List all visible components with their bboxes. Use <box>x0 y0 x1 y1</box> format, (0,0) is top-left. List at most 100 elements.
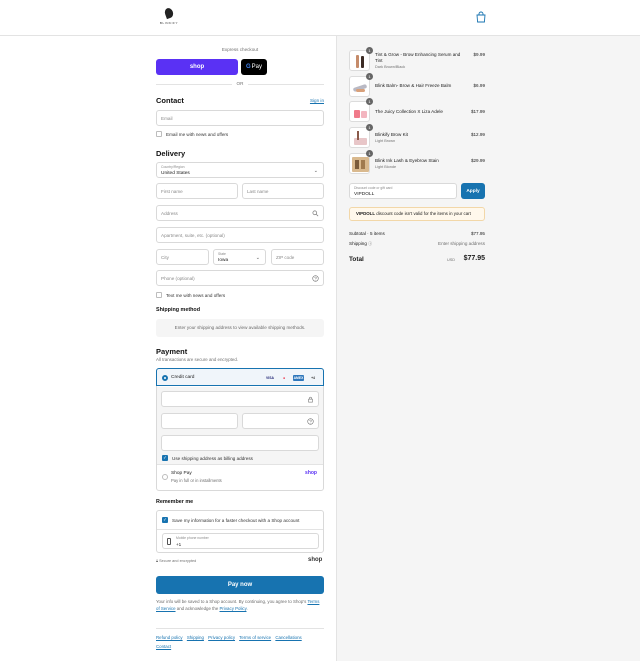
help-circle-icon[interactable] <box>312 275 319 282</box>
express-checkout-label: Express checkout <box>221 47 259 52</box>
apartment-field[interactable]: Apartment, suite, etc. (optional) <box>156 227 324 243</box>
legal-and: and acknowledge the <box>176 605 219 611</box>
footer-link-contact[interactable]: Contact <box>156 644 171 649</box>
save-info-option[interactable]: ✓ Save my information for a faster check… <box>162 517 299 523</box>
product-price: $12.99 <box>470 132 485 137</box>
visa-icon: VISA <box>266 376 274 380</box>
phone-field[interactable]: Phone (optional) <box>156 270 324 286</box>
remember-me-box: ✓ Save my information for a faster check… <box>156 510 324 553</box>
billing-same-option[interactable]: ✓ Use shipping address as billing addres… <box>162 455 253 461</box>
product-name: Tint & Grow - Brow Enhancing Serum and T… <box>375 52 461 64</box>
or-divider: OR <box>156 80 324 88</box>
product-variant: Light Brown <box>375 139 396 143</box>
more-cards-badge: +4 <box>311 376 315 380</box>
payment-secure-note: All transactions are secure and encrypte… <box>156 357 239 362</box>
country-label: Country/Region <box>161 165 185 169</box>
state-select[interactable]: State Iowa ⌄ <box>213 249 266 265</box>
billing-same-label: Use shipping address as billing address <box>172 455 253 461</box>
quantity-badge: 1 <box>366 73 373 80</box>
mobile-phone-value: +1 <box>176 542 182 547</box>
chevron-down-icon: ⌄ <box>255 255 260 261</box>
shop-pay-title: Shop Pay <box>171 471 192 476</box>
subtotal-label: Subtotal · 5 items <box>349 231 385 236</box>
product-price: $6.99 <box>473 83 486 88</box>
zip-field[interactable]: ZIP code <box>271 249 324 265</box>
search-icon <box>312 210 319 217</box>
footer-link-refund-policy[interactable]: Refund policy <box>156 635 183 640</box>
footer-link-terms-of-service[interactable]: Terms of service <box>239 635 271 640</box>
legal-period: . <box>246 605 248 611</box>
quantity-badge: 1 <box>366 124 373 131</box>
shop-pay-express-button[interactable]: shop <box>156 59 238 75</box>
quantity-badge: 1 <box>366 98 373 105</box>
billing-same-checkbox[interactable]: ✓ <box>162 455 168 461</box>
shipping-value: Enter shipping address <box>438 241 485 246</box>
privacy-policy-link[interactable]: Privacy Policy <box>220 606 247 611</box>
shop-pay-radio[interactable] <box>162 474 168 480</box>
line-item: 1 Blinkify Brow Kit Light Brown $12.99 <box>349 124 485 149</box>
divider <box>157 529 323 530</box>
credit-card-radio[interactable] <box>162 375 168 381</box>
secure-encrypted-label: Secure and encrypted <box>159 559 197 563</box>
mobile-phone-label: Mobile phone number <box>176 536 209 540</box>
footer-link-privacy-policy[interactable]: Privacy policy <box>208 635 235 640</box>
footer-link-cancellations[interactable]: Cancellations <box>275 635 301 640</box>
legal-text: Your info will be saved to a Shop accoun… <box>156 599 324 612</box>
text-news-option[interactable]: Text me with news and offers <box>156 292 225 298</box>
product-price: $29.99 <box>470 158 485 163</box>
shop-pay-option[interactable]: Shop Pay Pay in full or in installments … <box>157 464 323 491</box>
security-code-field[interactable] <box>242 413 319 429</box>
city-field[interactable]: City <box>156 249 209 265</box>
mobile-phone-field[interactable]: Mobile phone number +1 <box>162 533 319 549</box>
address-field[interactable]: Address <box>156 205 324 221</box>
credit-card-option[interactable]: Credit card VISA ● AMEX +4 <box>156 368 324 386</box>
line-item: 1 Tint & Grow - Brow Enhancing Serum and… <box>349 47 486 72</box>
pay-now-button[interactable]: Pay now <box>156 576 324 594</box>
apply-discount-button[interactable]: Apply <box>461 183 485 199</box>
secure-encrypted-note: 🔒︎ Secure and encrypted <box>156 559 196 563</box>
country-select[interactable]: Country/Region United States ⌄ <box>156 162 324 178</box>
name-on-card-field[interactable] <box>161 435 319 451</box>
first-name-placeholder: First name <box>161 189 183 194</box>
save-info-checkbox[interactable]: ✓ <box>162 517 168 523</box>
google-pay-button[interactable]: G Pay <box>241 59 267 75</box>
text-news-checkbox[interactable] <box>156 292 162 298</box>
help-circle-icon[interactable] <box>307 418 314 425</box>
shipping-info-icon[interactable]: ⓘ <box>368 241 372 246</box>
legal-intro: Your info will be saved to a Shop accoun… <box>156 599 307 604</box>
google-pay-label: Pay <box>251 64 262 70</box>
product-variant: Light Blonde <box>375 165 397 169</box>
brand-logo[interactable]: BLINKIFY <box>155 6 183 28</box>
product-name: The Juicy Collection X Liza Adele <box>375 109 443 114</box>
warning-code: VIPDOLL <box>356 211 376 216</box>
last-name-field[interactable]: Last name <box>242 183 324 199</box>
product-name: Blinkify Brow Kit <box>375 132 408 137</box>
card-number-field[interactable] <box>161 391 319 407</box>
discount-code-field[interactable]: Discount code or gift card VIPDOLL <box>349 183 457 199</box>
chevron-down-icon: ⌄ <box>313 168 318 174</box>
email-field[interactable]: Email <box>156 110 324 126</box>
header: BLINKIFY <box>0 0 640 36</box>
sign-in-link[interactable]: Sign in <box>300 98 324 103</box>
delivery-title: Delivery <box>156 149 186 158</box>
footer-links: Refund policy Shipping Privacy policy Te… <box>156 633 326 651</box>
discount-warning: VIPDOLL discount code isn't valid for th… <box>349 207 485 221</box>
email-news-option[interactable]: Email me with news and offers <box>156 131 228 137</box>
quantity-badge: 1 <box>366 47 373 54</box>
product-name: Blink Balm- Brow & Hair Freeze Balm <box>375 83 452 88</box>
total-currency: USD <box>446 258 455 262</box>
city-placeholder: City <box>161 255 169 260</box>
lock-icon <box>308 396 313 403</box>
credit-card-label: Credit card <box>171 375 195 380</box>
subtotal-row: Subtotal · 5 items $77.95 <box>349 231 485 236</box>
logo-mark-icon <box>163 6 175 20</box>
first-name-field[interactable]: First name <box>156 183 238 199</box>
footer-link-shipping[interactable]: Shipping <box>187 635 204 640</box>
email-news-checkbox[interactable] <box>156 131 162 137</box>
product-price: $9.99 <box>473 52 486 57</box>
save-info-label: Save my information for a faster checkou… <box>172 517 300 523</box>
cart-button[interactable] <box>475 11 487 23</box>
phone-placeholder: Phone (optional) <box>161 276 195 281</box>
state-value: Iowa <box>218 258 229 263</box>
expiration-date-field[interactable] <box>161 413 238 429</box>
